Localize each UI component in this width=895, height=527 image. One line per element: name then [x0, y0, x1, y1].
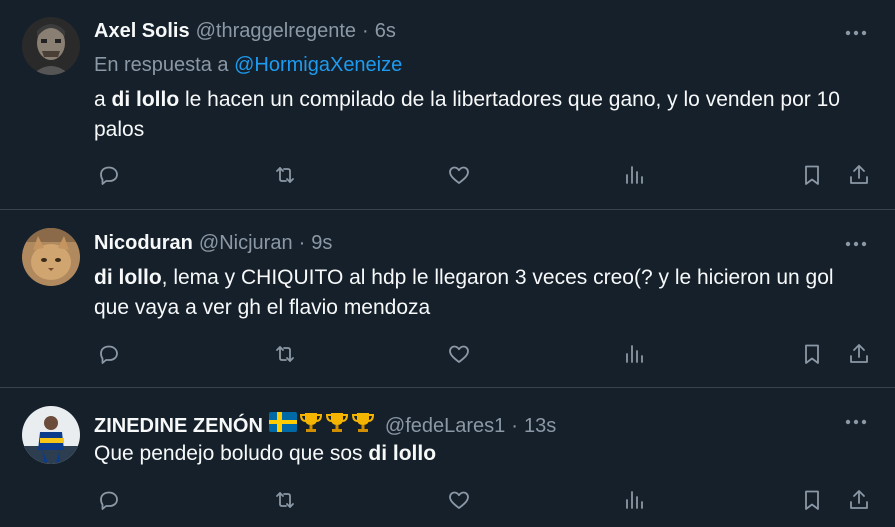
- more-options-icon[interactable]: [843, 23, 869, 43]
- separator: ·: [298, 232, 306, 254]
- display-name[interactable]: Axel Solis: [94, 20, 190, 43]
- tweet-text-segment: le hacen un compilado de la libertadores…: [94, 88, 840, 141]
- trophy-icon: [325, 413, 348, 432]
- tweet-actions: [94, 160, 874, 190]
- like-icon[interactable]: [444, 485, 474, 515]
- separator: ·: [362, 20, 369, 42]
- retweet-icon[interactable]: [270, 160, 300, 190]
- tweet-text-highlight: di lollo: [111, 88, 180, 111]
- tweet-text-segment: Que pendejo boludo que sos: [94, 442, 369, 465]
- bookmark-icon[interactable]: [797, 485, 827, 515]
- views-icon[interactable]: [619, 339, 649, 369]
- tweet[interactable]: Axel Solis @thraggelregente · 6s En resp…: [0, 0, 895, 210]
- tweet-text: Que pendejo boludo que sos di lollo: [94, 439, 864, 469]
- reply-prefix: En respuesta a: [94, 54, 229, 76]
- separator: ·: [511, 415, 518, 437]
- tweet-text-segment: , lema y CHIQUITO al hdp le llegaron 3 v…: [94, 266, 834, 319]
- trophy-icon: [299, 413, 322, 432]
- bookmark-icon[interactable]: [797, 339, 827, 369]
- like-icon[interactable]: [444, 160, 474, 190]
- avatar[interactable]: [22, 17, 80, 75]
- name-emojis: [268, 410, 375, 434]
- share-icon[interactable]: [844, 485, 874, 515]
- timestamp[interactable]: 13s: [524, 415, 556, 438]
- reply-icon[interactable]: [94, 160, 124, 190]
- timestamp[interactable]: 9s: [311, 232, 332, 255]
- bookmark-icon[interactable]: [797, 160, 827, 190]
- tweet-text: a di lollo le hacen un compilado de la l…: [94, 85, 864, 145]
- tweet-text-segment: a: [94, 88, 112, 111]
- tweet-actions: [94, 339, 874, 369]
- username[interactable]: @thraggelregente: [196, 20, 356, 43]
- tweet-text-highlight: di lollo: [368, 442, 437, 465]
- avatar[interactable]: [22, 406, 80, 464]
- tweet[interactable]: ZINEDINE ZENÓN @fedeLares1 · 13s Que pen…: [0, 388, 895, 527]
- display-name[interactable]: ZINEDINE ZENÓN: [94, 415, 263, 438]
- username[interactable]: @Nicjuran: [199, 232, 293, 255]
- retweet-icon[interactable]: [270, 485, 300, 515]
- avatar[interactable]: [22, 228, 80, 286]
- username[interactable]: @fedeLares1: [385, 415, 505, 438]
- sweden-flag-icon: [268, 412, 297, 432]
- more-options-icon[interactable]: [843, 412, 869, 432]
- reply-icon[interactable]: [94, 339, 124, 369]
- trophy-icon: [351, 413, 374, 432]
- retweet-icon[interactable]: [270, 339, 300, 369]
- share-icon[interactable]: [844, 160, 874, 190]
- tweet-text: di lollo, lema y CHIQUITO al hdp le lleg…: [94, 263, 864, 323]
- like-icon[interactable]: [444, 339, 474, 369]
- timestamp[interactable]: 6s: [375, 20, 396, 43]
- tweet[interactable]: Nicoduran @Nicjuran · 9s di lollo, lema …: [0, 210, 895, 388]
- display-name[interactable]: Nicoduran: [94, 232, 193, 255]
- views-icon[interactable]: [619, 160, 649, 190]
- tweet-text-highlight: di lollo: [94, 266, 162, 289]
- reply-mention-link[interactable]: @HormigaXeneize: [234, 54, 402, 76]
- tweet-actions: [94, 485, 874, 515]
- more-options-icon[interactable]: [843, 234, 869, 254]
- views-icon[interactable]: [619, 485, 649, 515]
- reply-context: En respuesta a @HormigaXeneize: [94, 54, 402, 77]
- share-icon[interactable]: [844, 339, 874, 369]
- reply-icon[interactable]: [94, 485, 124, 515]
